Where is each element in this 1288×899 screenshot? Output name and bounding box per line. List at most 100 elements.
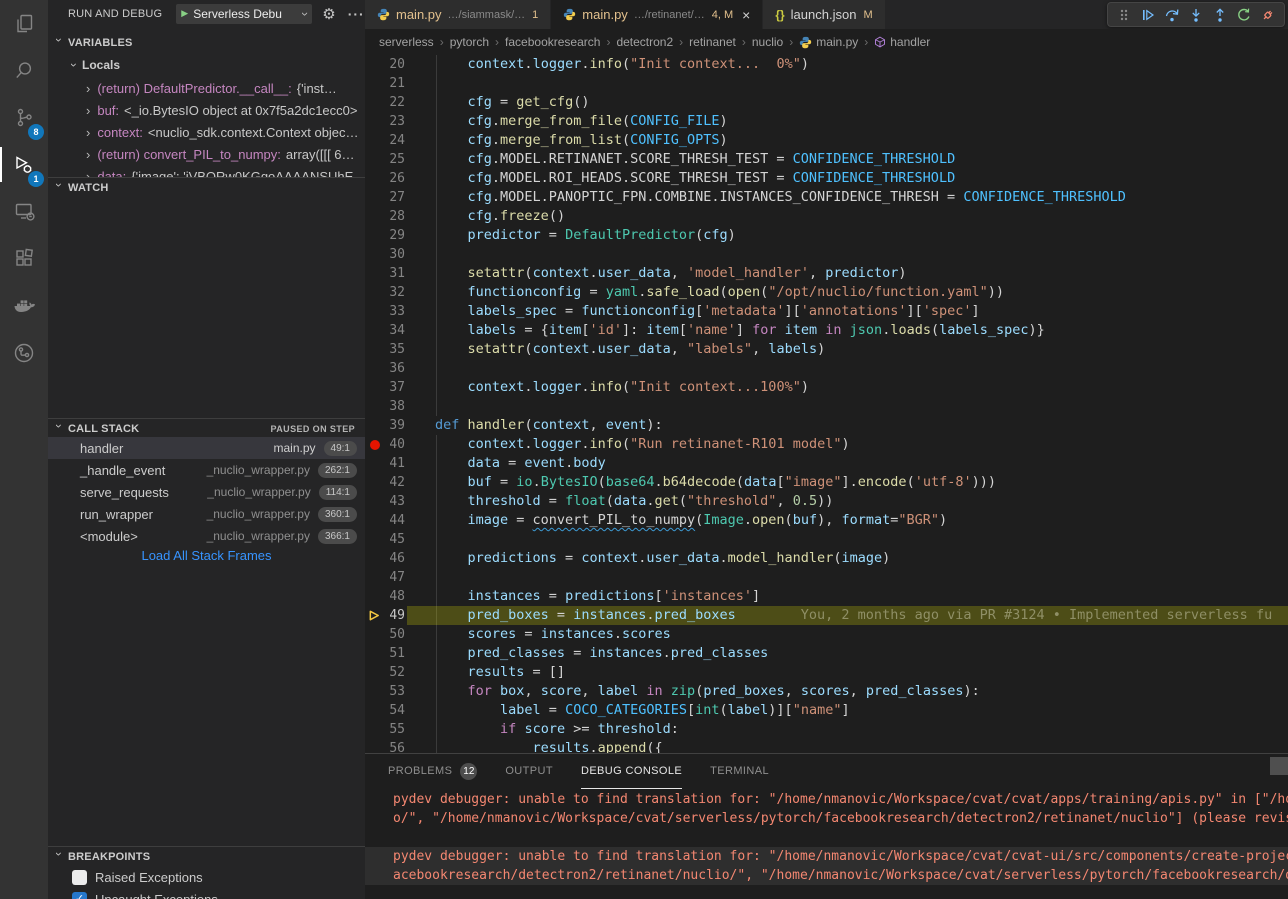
code-line[interactable]: 53 for box, score, label in zip(pred_box… xyxy=(365,682,1288,701)
code-line[interactable]: 56 results.append({ xyxy=(365,739,1288,753)
editor-tab-main.py[interactable]: main.py…/siammask/…1 xyxy=(365,0,551,29)
activity-item-docker-icon[interactable] xyxy=(0,282,48,329)
watch-section-header[interactable]: › WATCH xyxy=(48,177,365,197)
code-line[interactable]: 55 if score >= threshold: xyxy=(365,720,1288,739)
code-line[interactable]: 20 context.logger.info("Init context... … xyxy=(365,55,1288,74)
code-line[interactable]: 39def handler(context, event): xyxy=(365,416,1288,435)
activity-item-run-and-debug-icon[interactable]: 1 xyxy=(0,141,48,188)
activity-item-explorer-icon[interactable] xyxy=(0,0,48,47)
line-number[interactable]: 42 xyxy=(365,473,405,492)
breadcrumb-item-detectron2[interactable]: detectron2 xyxy=(616,35,673,49)
code-line[interactable]: 25 cfg.MODEL.RETINANET.SCORE_THRESH_TEST… xyxy=(365,150,1288,169)
line-number[interactable]: 46 xyxy=(365,549,405,568)
line-number[interactable]: 38 xyxy=(365,397,405,416)
activity-item-remote-explorer-icon[interactable] xyxy=(0,188,48,235)
line-number[interactable]: 34 xyxy=(365,321,405,340)
line-number[interactable]: 33 xyxy=(365,302,405,321)
code-line[interactable]: 44 image = convert_PIL_to_numpy(Image.op… xyxy=(365,511,1288,530)
line-number[interactable]: 51 xyxy=(365,644,405,663)
line-number[interactable]: 43 xyxy=(365,492,405,511)
breadcrumb-item-main.py[interactable]: main.py xyxy=(799,35,858,49)
line-number[interactable]: 32 xyxy=(365,283,405,302)
line-number[interactable]: 36 xyxy=(365,359,405,378)
activity-item-extensions-icon[interactable] xyxy=(0,235,48,282)
breadcrumb-item-handler[interactable]: handler xyxy=(874,35,930,49)
line-number[interactable]: 55 xyxy=(365,720,405,739)
code-line[interactable]: 21 xyxy=(365,74,1288,93)
load-all-stack-frames-link[interactable]: Load All Stack Frames xyxy=(48,548,365,563)
code-line[interactable]: 37 context.logger.info("Init context...1… xyxy=(365,378,1288,397)
launch-config-select[interactable]: ▶ Serverless Debu › xyxy=(176,4,312,24)
line-number[interactable]: 50 xyxy=(365,625,405,644)
checkbox-unchecked[interactable] xyxy=(72,870,87,885)
stack-frame[interactable]: handlermain.py49:1 xyxy=(48,437,365,459)
line-number[interactable]: 20 xyxy=(365,55,405,74)
line-number[interactable]: 35 xyxy=(365,340,405,359)
code-line[interactable]: 26 cfg.MODEL.ROI_HEADS.SCORE_THRESH_TEST… xyxy=(365,169,1288,188)
breadcrumb-item-pytorch[interactable]: pytorch xyxy=(450,35,489,49)
code-line[interactable]: 41 data = event.body xyxy=(365,454,1288,473)
step-into-button[interactable] xyxy=(1184,3,1208,27)
line-number[interactable]: 26 xyxy=(365,169,405,188)
code-line[interactable]: 52 results = [] xyxy=(365,663,1288,682)
line-number[interactable]: 28 xyxy=(365,207,405,226)
stack-frame[interactable]: _handle_event_nuclio_wrapper.py262:1 xyxy=(48,459,365,481)
line-number[interactable]: 22 xyxy=(365,93,405,112)
code-line[interactable]: 24 cfg.merge_from_list(CONFIG_OPTS) xyxy=(365,131,1288,150)
line-number[interactable]: 25 xyxy=(365,150,405,169)
code-line[interactable]: 47 xyxy=(365,568,1288,587)
code-line[interactable]: 42 buf = io.BytesIO(base64.b64decode(dat… xyxy=(365,473,1288,492)
panel-tab-output[interactable]: OUTPUT xyxy=(505,754,553,789)
line-number[interactable]: 44 xyxy=(365,511,405,530)
line-number[interactable]: 52 xyxy=(365,663,405,682)
line-number[interactable]: 30 xyxy=(365,245,405,264)
line-number[interactable]: 47 xyxy=(365,568,405,587)
line-number[interactable]: 31 xyxy=(365,264,405,283)
breadcrumb-item-serverless[interactable]: serverless xyxy=(379,35,434,49)
panel-scrollbar[interactable] xyxy=(1270,757,1288,775)
code-line[interactable]: 22 cfg = get_cfg() xyxy=(365,93,1288,112)
activity-item-git-graph-icon[interactable] xyxy=(0,329,48,376)
code-line[interactable]: 32 functionconfig = yaml.safe_load(open(… xyxy=(365,283,1288,302)
line-number[interactable]: 21 xyxy=(365,74,405,93)
code-line[interactable]: 50 scores = instances.scores xyxy=(365,625,1288,644)
code-line[interactable]: 51 pred_classes = instances.pred_classes xyxy=(365,644,1288,663)
stack-frame[interactable]: serve_requests_nuclio_wrapper.py114:1 xyxy=(48,481,365,503)
line-number[interactable]: 56 xyxy=(365,739,405,753)
stack-frame[interactable]: run_wrapper_nuclio_wrapper.py360:1 xyxy=(48,503,365,525)
line-number[interactable]: 27 xyxy=(365,188,405,207)
editor-tab-launch.json[interactable]: {}launch.jsonM xyxy=(763,0,885,29)
code-line[interactable]: 54 label = COCO_CATEGORIES[int(label)]["… xyxy=(365,701,1288,720)
code-line[interactable]: 46 predictions = context.user_data.model… xyxy=(365,549,1288,568)
toolbar-drag-handle[interactable] xyxy=(1112,3,1136,27)
variable-row[interactable]: ›(return) DefaultPredictor.__call__:{'in… xyxy=(48,77,365,99)
code-line-current[interactable]: 49 pred_boxes = instances.pred_boxes You… xyxy=(365,606,1288,625)
code-line[interactable]: 29 predictor = DefaultPredictor(cfg) xyxy=(365,226,1288,245)
line-number[interactable]: 37 xyxy=(365,378,405,397)
line-number[interactable]: 29 xyxy=(365,226,405,245)
breadcrumb-item-retinanet[interactable]: retinanet xyxy=(689,35,736,49)
variable-row[interactable]: ›buf:<_io.BytesIO object at 0x7f5a2dc1ec… xyxy=(48,99,365,121)
code-line[interactable]: 28 cfg.freeze() xyxy=(365,207,1288,226)
line-number[interactable]: 23 xyxy=(365,112,405,131)
variable-row[interactable]: ›data:{'image': 'iVBORw0KGgoAAAANSUhE… xyxy=(48,165,365,177)
breadcrumb-item-nuclio[interactable]: nuclio xyxy=(752,35,783,49)
code-line[interactable]: 43 threshold = float(data.get("threshold… xyxy=(365,492,1288,511)
activity-item-source-control-icon[interactable]: 8 xyxy=(0,94,48,141)
code-editor[interactable]: 20 context.logger.info("Init context... … xyxy=(365,55,1288,753)
code-line[interactable]: 34 labels = {item['id']: item['name'] fo… xyxy=(365,321,1288,340)
variables-section-header[interactable]: › VARIABLES xyxy=(48,33,365,53)
line-number[interactable]: 41 xyxy=(365,454,405,473)
code-line[interactable]: 36 xyxy=(365,359,1288,378)
line-number[interactable]: 24 xyxy=(365,131,405,150)
line-number[interactable]: 40 xyxy=(365,435,405,454)
step-out-button[interactable] xyxy=(1208,3,1232,27)
call-stack-section-header[interactable]: › CALL STACK PAUSED ON STEP xyxy=(48,418,365,438)
line-number[interactable]: 39 xyxy=(365,416,405,435)
code-line[interactable]: 40 context.logger.info("Run retinanet-R1… xyxy=(365,435,1288,454)
line-number[interactable]: 53 xyxy=(365,682,405,701)
gear-icon[interactable]: ⚙ xyxy=(322,5,335,23)
panel-tab-problems[interactable]: PROBLEMS12 xyxy=(388,754,477,789)
breakpoints-section-header[interactable]: › BREAKPOINTS xyxy=(48,846,365,866)
line-number[interactable]: 49 xyxy=(365,606,405,625)
